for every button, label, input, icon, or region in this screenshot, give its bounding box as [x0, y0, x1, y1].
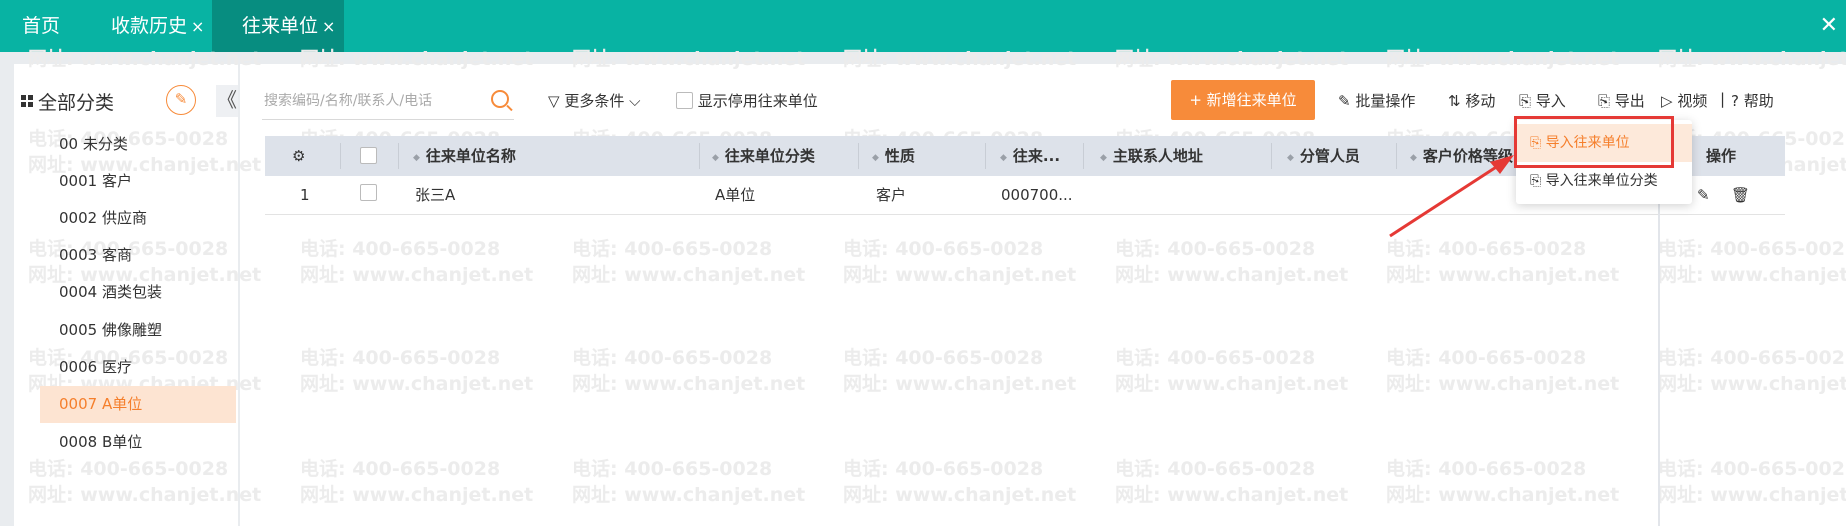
category-header[interactable]: 全部分类 [21, 88, 115, 115]
annotation-arrow-line [1389, 160, 1505, 238]
col-nature-label: 性质 [884, 147, 915, 165]
tab-label: 首页 [22, 15, 61, 37]
category-item[interactable]: 0006 医疗 [40, 349, 236, 386]
toolbar-separator: | [1720, 90, 1726, 108]
move-label: 移动 [1465, 92, 1496, 110]
annotation-arrow-head [1490, 155, 1514, 174]
row-name[interactable]: 张三A [415, 176, 455, 215]
col-manager[interactable]: ◆ 分管人员 [1287, 136, 1360, 176]
sort-icon: ◆ [413, 153, 420, 163]
row-index: 1 [300, 186, 310, 204]
row-edit-icon[interactable]: ✎ [1697, 176, 1710, 215]
col-name-label: 往来单位名称 [425, 147, 516, 165]
column-divider [1083, 143, 1084, 169]
col-actions-label: 操作 [1706, 147, 1737, 165]
export-label: 导出 [1614, 92, 1645, 110]
tab-business-units[interactable]: 往来单位 × [212, 0, 344, 52]
more-conditions-button[interactable]: ▽ 更多条件 ⌵ [548, 90, 641, 111]
import-file-icon: ⎘ [1530, 173, 1542, 189]
annotation-highlight-box [1514, 116, 1674, 168]
tab-payment-history[interactable]: 收款历史 × [111, 0, 204, 52]
col-name[interactable]: ◆ 往来单位名称 [413, 136, 516, 176]
col-actions: 操作 [1706, 136, 1736, 176]
category-item[interactable]: 0005 佛像雕塑 [40, 312, 236, 349]
tab-home[interactable]: 首页 [22, 0, 60, 52]
chevron-down-icon: ⌵ [629, 92, 641, 110]
import-label: 导入 [1535, 92, 1566, 110]
show-disabled-toggle[interactable]: 显示停用往来单位 [676, 90, 818, 111]
select-all-checkbox[interactable] [360, 147, 377, 164]
column-divider [858, 143, 859, 169]
batch-edit-icon: ✎ [1338, 92, 1351, 110]
category-item[interactable]: 00 未分类 [40, 126, 236, 163]
tab-label: 收款历史 [111, 15, 188, 37]
col-category[interactable]: ◆ 往来单位分类 [712, 136, 815, 176]
category-item[interactable]: 0008 B单位 [40, 424, 236, 461]
edit-category-icon[interactable]: ✎ [166, 85, 196, 115]
tab-close-icon[interactable]: × [191, 17, 204, 36]
add-business-unit-button[interactable]: + 新增往来单位 [1171, 80, 1315, 120]
select-all-checkbox-cell[interactable] [360, 136, 377, 176]
column-divider [398, 143, 399, 169]
sort-icon: ◆ [1000, 153, 1007, 163]
search-icon[interactable] [491, 90, 509, 108]
batch-label: 批量操作 [1355, 92, 1416, 110]
category-item[interactable]: 0007 A单位 [40, 386, 236, 423]
row-checkbox[interactable] [360, 184, 377, 201]
row-delete-icon[interactable]: 🗑 [1731, 176, 1750, 215]
collapse-sidebar-icon[interactable]: 《 [216, 85, 238, 117]
sort-icon: ◆ [712, 153, 719, 163]
export-icon: ⎘ [1598, 92, 1611, 110]
window-close-icon[interactable]: ✕ [1820, 0, 1838, 52]
column-divider [340, 143, 341, 169]
annotation-arrow [1389, 155, 1514, 238]
import-categories-label: 导入往来单位分类 [1545, 173, 1658, 189]
more-conditions-label: 更多条件 [564, 92, 625, 110]
export-button[interactable]: ⎘ 导出 [1598, 90, 1645, 111]
show-disabled-label: 显示停用往来单位 [697, 92, 818, 110]
col-address-label: 主联系人地址 [1112, 147, 1203, 165]
help-icon: ? [1731, 92, 1739, 110]
col-manager-label: 分管人员 [1299, 147, 1360, 165]
video-button[interactable]: ▷ 视频 [1661, 90, 1707, 111]
row-code: 000700... [1001, 186, 1073, 204]
move-button[interactable]: ⇅ 移动 [1448, 90, 1495, 111]
category-item[interactable]: 0003 客商 [40, 237, 236, 274]
import-button[interactable]: ⎘ 导入 [1519, 90, 1566, 111]
category-title: 全部分类 [38, 92, 115, 114]
show-disabled-checkbox[interactable] [676, 92, 693, 109]
col-category-label: 往来单位分类 [724, 147, 815, 165]
tab-close-icon[interactable]: × [322, 17, 335, 36]
help-label: 帮助 [1743, 92, 1774, 110]
play-icon: ▷ [1661, 92, 1673, 110]
row-category: A单位 [715, 186, 756, 204]
batch-operation-button[interactable]: ✎ 批量操作 [1338, 90, 1415, 111]
import-icon: ⎘ [1519, 92, 1532, 110]
filter-icon: ▽ [548, 92, 560, 110]
search-placeholder: 搜索编码/名称/联系人/电话 [264, 93, 433, 109]
column-divider [699, 143, 700, 169]
search-input[interactable]: 搜索编码/名称/联系人/电话 [262, 84, 514, 120]
col-code[interactable]: ◆ 往来... [1000, 136, 1060, 176]
col-code-label: 往来... [1012, 147, 1061, 165]
column-settings-icon[interactable]: ⚙ [292, 136, 305, 176]
sort-icon: ◆ [1287, 153, 1294, 163]
column-divider [985, 143, 986, 169]
tab-label: 往来单位 [242, 15, 319, 37]
category-item[interactable]: 0004 酒类包装 [40, 274, 236, 311]
col-nature[interactable]: ◆ 性质 [872, 136, 915, 176]
row-select-checkbox[interactable] [360, 184, 377, 201]
category-item[interactable]: 0002 供应商 [40, 200, 236, 237]
column-divider [1271, 143, 1272, 169]
help-button[interactable]: ? 帮助 [1731, 90, 1774, 111]
sort-icon: ◆ [1100, 153, 1107, 163]
row-nature: 客户 [876, 186, 907, 204]
sort-icon: ◆ [872, 153, 879, 163]
video-label: 视频 [1677, 92, 1708, 110]
move-icon: ⇅ [1448, 92, 1461, 110]
category-item[interactable]: 0001 客户 [40, 163, 236, 200]
col-address[interactable]: ◆ 主联系人地址 [1100, 136, 1203, 176]
